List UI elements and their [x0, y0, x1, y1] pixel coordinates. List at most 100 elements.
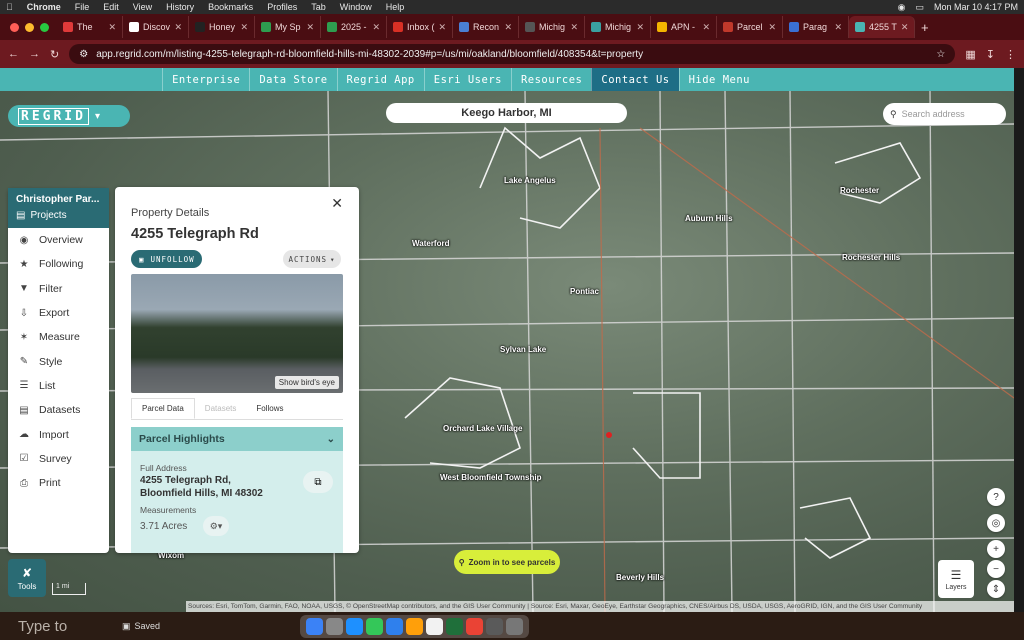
menu-view[interactable]: View [133, 2, 152, 12]
sidebar-item-print[interactable]: ⎙ Print [8, 471, 109, 495]
zoom-hint-button[interactable]: ⚲ Zoom in to see parcels [454, 550, 560, 574]
tab-datasets[interactable]: Datasets [195, 398, 247, 419]
close-icon[interactable]: ✕ [504, 22, 512, 33]
close-window-button[interactable] [10, 22, 19, 32]
close-icon[interactable]: ✕ [439, 22, 447, 33]
birds-eye-button[interactable]: Show bird's eye [274, 376, 339, 389]
sidebar-item-style[interactable]: ✎ Style [8, 349, 109, 373]
browser-tab[interactable]: APN - ✕ [651, 16, 717, 38]
close-icon[interactable]: ✕ [331, 195, 343, 212]
browser-tab[interactable]: Michig ✕ [585, 16, 651, 38]
top-nav-link[interactable]: Contact Us [591, 68, 679, 91]
download-icon[interactable]: ↧ [986, 48, 995, 61]
sidebar-item-survey[interactable]: ☑ Survey [8, 447, 109, 471]
top-nav-link[interactable]: Regrid App [336, 68, 424, 91]
url-field[interactable]: ⚙ app.regrid.com/m/listing-4255-telegrap… [69, 44, 956, 64]
sidebar-item-export[interactable]: ⇩ Export [8, 301, 109, 325]
sidebar-user[interactable]: Christopher Par... ▤ Projects [8, 188, 109, 228]
bookmark-star-icon[interactable]: ☆ [936, 49, 945, 60]
settings-icon[interactable] [486, 617, 504, 635]
user-name[interactable]: Christopher Par... [16, 194, 101, 205]
wifi-icon[interactable]: ◉ [898, 2, 906, 13]
projects-link[interactable]: ▤ Projects [16, 210, 101, 221]
browser-tab[interactable]: Parcel ✕ [717, 16, 783, 38]
browser-tab[interactable]: 2025 - ✕ [321, 16, 387, 38]
close-icon[interactable]: ✕ [306, 22, 314, 33]
zoom-out-button[interactable]: − [987, 560, 1005, 578]
close-icon[interactable]: ✕ [768, 22, 776, 33]
messages-icon[interactable] [366, 617, 384, 635]
close-icon[interactable]: ✕ [372, 22, 380, 33]
chrome-icon[interactable] [466, 617, 484, 635]
copy-address-button[interactable]: ⧉ [303, 471, 333, 493]
browser-tab[interactable]: The ✕ [57, 16, 123, 38]
units-settings-button[interactable]: ⚙▾ [203, 516, 229, 536]
reload-icon[interactable]: ↻ [50, 48, 59, 61]
close-icon[interactable]: ✕ [901, 22, 909, 33]
kebab-menu-icon[interactable]: ⋮ [1005, 48, 1016, 61]
menu-file[interactable]: File [75, 2, 90, 12]
search-placeholder[interactable]: Search address [902, 109, 965, 119]
layers-button[interactable]: ☰ Layers [938, 560, 974, 598]
tab-parcel-data[interactable]: Parcel Data [131, 398, 195, 419]
browser-tab[interactable]: 4255 T ✕ [849, 16, 915, 38]
projects-label[interactable]: Projects [30, 210, 66, 221]
url-text[interactable]: app.regrid.com/m/listing-4255-telegraph-… [96, 49, 928, 60]
zoom-in-button[interactable]: + [987, 540, 1005, 558]
extensions-icon[interactable]: ▦ [965, 48, 975, 61]
launchpad-icon[interactable] [326, 617, 344, 635]
sidebar-item-import[interactable]: ☁ Import [8, 422, 109, 446]
menu-history[interactable]: History [166, 2, 194, 12]
menu-help[interactable]: Help [386, 2, 405, 12]
menu-edit[interactable]: Edit [103, 2, 119, 12]
tab-follows[interactable]: Follows [246, 398, 293, 419]
browser-tab[interactable]: Discov ✕ [123, 16, 189, 38]
close-icon[interactable]: ✕ [174, 22, 182, 33]
mail-icon[interactable] [386, 617, 404, 635]
browser-tab[interactable]: Honey ✕ [189, 16, 255, 38]
finder-icon[interactable] [306, 617, 324, 635]
photos-icon[interactable] [406, 617, 424, 635]
location-title[interactable]: Keego Harbor, MI [386, 103, 627, 123]
sidebar-item-list[interactable]: ☰ List [8, 374, 109, 398]
maximize-window-button[interactable] [40, 22, 49, 32]
top-nav-link[interactable]: Esri Users [423, 68, 511, 91]
safari-icon[interactable] [346, 617, 364, 635]
site-settings-icon[interactable]: ⚙ [79, 49, 88, 60]
parcel-highlights-header[interactable]: Parcel Highlights ⌄ [131, 427, 343, 451]
chevron-down-icon[interactable]: ⌄ [327, 434, 335, 445]
menu-window[interactable]: Window [340, 2, 372, 12]
sidebar-item-measure[interactable]: ✶ Measure [8, 325, 109, 349]
menu-bookmarks[interactable]: Bookmarks [208, 2, 253, 12]
top-nav-link[interactable]: Hide Menu [678, 68, 759, 91]
search-input[interactable]: ⚲ Search address [883, 103, 1006, 125]
menu-profiles[interactable]: Profiles [267, 2, 297, 12]
trash-icon[interactable] [506, 617, 524, 635]
compass-icon[interactable]: ⇕ [987, 580, 1005, 598]
sidebar-item-overview[interactable]: ◉ Overview [8, 228, 109, 252]
top-nav-link[interactable]: Resources [510, 68, 591, 91]
excel-icon[interactable] [446, 617, 464, 635]
street-photo[interactable]: Show bird's eye [131, 274, 343, 393]
menubar-app-name[interactable]: Chrome [27, 2, 61, 12]
sidebar-item-filter[interactable]: ▼ Filter [8, 277, 109, 301]
unfollow-button[interactable]: ▣ UNFOLLOW [131, 250, 202, 268]
close-icon[interactable]: ✕ [570, 22, 578, 33]
browser-tab[interactable]: Inbox ( ✕ [387, 16, 453, 38]
close-icon[interactable]: ✕ [834, 22, 842, 33]
top-nav-link[interactable]: Data Store [249, 68, 336, 91]
regrid-logo[interactable]: REGRID ▾ [8, 105, 130, 127]
close-icon[interactable]: ✕ [636, 22, 644, 33]
calendar-icon[interactable] [426, 617, 444, 635]
browser-tab[interactable]: Recon ✕ [453, 16, 519, 38]
apple-icon[interactable]:  [6, 2, 13, 12]
close-icon[interactable]: ✕ [108, 22, 116, 33]
top-nav-link[interactable]: Enterprise [162, 68, 249, 91]
minimize-window-button[interactable] [25, 22, 34, 32]
clock[interactable]: Mon Mar 10 4:17 PM [934, 2, 1018, 12]
browser-tab[interactable]: My Sp ✕ [255, 16, 321, 38]
menu-tab[interactable]: Tab [311, 2, 326, 12]
help-icon[interactable]: ? [987, 488, 1005, 506]
sidebar-item-following[interactable]: ★ Following [8, 252, 109, 276]
browser-tab[interactable]: Michig ✕ [519, 16, 585, 38]
